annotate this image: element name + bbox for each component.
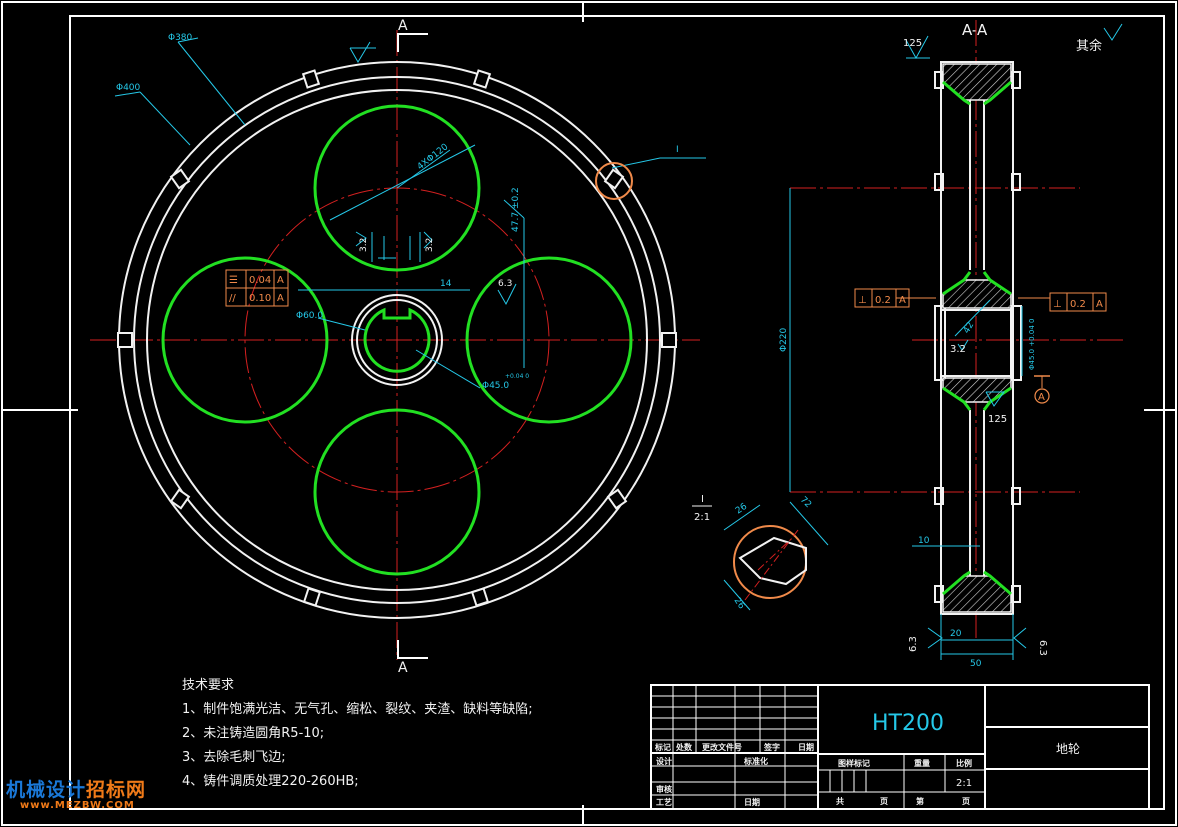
dim-b14: 14: [440, 279, 452, 289]
dim-holes: 4XΦ120: [416, 142, 451, 172]
tol-flatness-ref: A: [277, 275, 284, 286]
dim-hub42: 42: [962, 321, 976, 336]
roughness-32b: 3.2: [425, 238, 435, 252]
perp-left-symbol: ⊥: [858, 295, 867, 306]
roughness-125-hub: 125: [988, 414, 1007, 425]
note-item: 1、制件饱满光洁、无气孔、缩松、裂纹、夹渣、缺料等缺陷;: [182, 702, 533, 717]
tb-date: 日期: [744, 797, 760, 807]
tb-label-count: 处数: [675, 742, 693, 752]
tb-process: 工艺: [656, 797, 672, 807]
drawing-canvas: A A Φ380 Φ400 4XΦ120 47.7 ±0.2 14 Φ60.0 …: [1, 1, 1177, 826]
section-cut-markers: [397, 33, 428, 659]
tb-design: 设计: [656, 756, 672, 766]
note-item: 4、铸件调质处理220-260HB;: [182, 774, 359, 789]
dim-w50: 50: [970, 659, 982, 669]
perp-left-ref: A: [899, 295, 906, 306]
roughness-32a: 3.2: [359, 238, 369, 252]
dim-detail-ref: I: [676, 145, 679, 155]
technical-notes: 技术要求 1、制件饱满光洁、无气孔、缩松、裂纹、夹渣、缺料等缺陷; 2、未注铸造…: [182, 674, 533, 794]
dim-w20: 20: [950, 629, 962, 639]
detail-dim-72: 72: [798, 495, 813, 510]
tb-label-doc: 更改文件号: [702, 742, 742, 752]
dim-w10: 10: [918, 536, 930, 546]
tol-parallel-value: 0.10: [249, 293, 271, 304]
roughness-63-face: 6.3: [498, 279, 512, 289]
section-fillets: [942, 80, 1012, 596]
perp-right-symbol: ⊥: [1053, 299, 1062, 310]
title-block: HT200 地轮 标记 处数 更改文件号 签字 日期 设计 标准化 审核 工艺 …: [650, 684, 1150, 810]
tb-label-sign: 签字: [763, 742, 780, 752]
note-item: 3、去除毛刺飞边;: [182, 750, 286, 765]
dim-phi45-side: Φ45.0 +0.04 0: [1028, 319, 1036, 370]
tol-parallel-ref: A: [277, 293, 284, 304]
watermark: 机械设计招标网 www.MEZBW.COM: [6, 775, 146, 811]
tol-flatness-symbol: ☰: [229, 275, 238, 286]
tol-flatness-value: 0.04: [249, 275, 271, 286]
tb-page: 页: [962, 797, 970, 806]
watermark-text-a: 机械设计: [6, 779, 87, 801]
dim-phi45-tol: +0.04 0: [505, 373, 529, 380]
section-label-right: A: [1038, 392, 1045, 403]
tb-sheet: 页: [880, 797, 888, 806]
tb-review: 审核: [656, 784, 672, 794]
detail-scale: 2:1: [694, 512, 710, 523]
dim-phi380: Φ380: [168, 33, 193, 43]
roughness-63-left: 6.3: [908, 636, 919, 652]
dim-phi45: Φ45.0: [482, 381, 509, 391]
dim-phi60: Φ60.0: [296, 311, 323, 321]
tb-standard: 标准化: [743, 756, 768, 766]
tb-scale-label: 比例: [956, 758, 972, 768]
roughness-32-hub: 3.2: [950, 344, 966, 355]
tb-scale: 2:1: [956, 778, 972, 789]
section-label-top: A: [398, 18, 408, 34]
tb-stage-mark: 图样标记: [838, 758, 870, 768]
tb-label-mark: 标记: [654, 742, 671, 752]
roughness-63-right: 6.3: [1037, 640, 1048, 656]
dim-r477: 47.7 ±0.2: [511, 187, 521, 232]
perp-left-value: 0.2: [875, 295, 891, 306]
dim-phi220: Φ220: [779, 327, 789, 352]
watermark-url: www.MEZBW.COM: [20, 800, 135, 811]
section-view: A-A A ⊥ 0.2 A ⊥ 0.2 A Φ220 Φ45.0 +0.04 0…: [779, 20, 1125, 669]
notes-title: 技术要求: [182, 678, 235, 693]
tb-label-date: 日期: [798, 742, 814, 752]
note-item: 2、未注铸造圆角R5-10;: [182, 726, 325, 741]
tb-total: 共: [836, 796, 844, 806]
detail-label: I: [701, 494, 704, 505]
dim-phi400: Φ400: [116, 83, 141, 93]
detail-view: I 2:1 26 72 26: [692, 494, 829, 611]
tol-parallel-symbol: //: [229, 293, 236, 304]
part-name: 地轮: [1056, 742, 1080, 756]
material: HT200: [872, 711, 944, 736]
tb-weight: 重量: [914, 758, 930, 768]
perp-right-ref: A: [1096, 299, 1103, 310]
front-view: A A Φ380 Φ400 4XΦ120 47.7 ±0.2 14 Φ60.0 …: [90, 18, 706, 676]
section-title: A-A: [962, 21, 988, 39]
perp-right-value: 0.2: [1070, 299, 1086, 310]
tb-page-of: 第: [916, 796, 924, 806]
roughness-other: 其余: [1076, 38, 1102, 54]
watermark-text-b: 招标网: [86, 779, 147, 801]
roughness-125-top: 125: [903, 38, 922, 49]
detail-dim-26b: 26: [732, 596, 747, 611]
